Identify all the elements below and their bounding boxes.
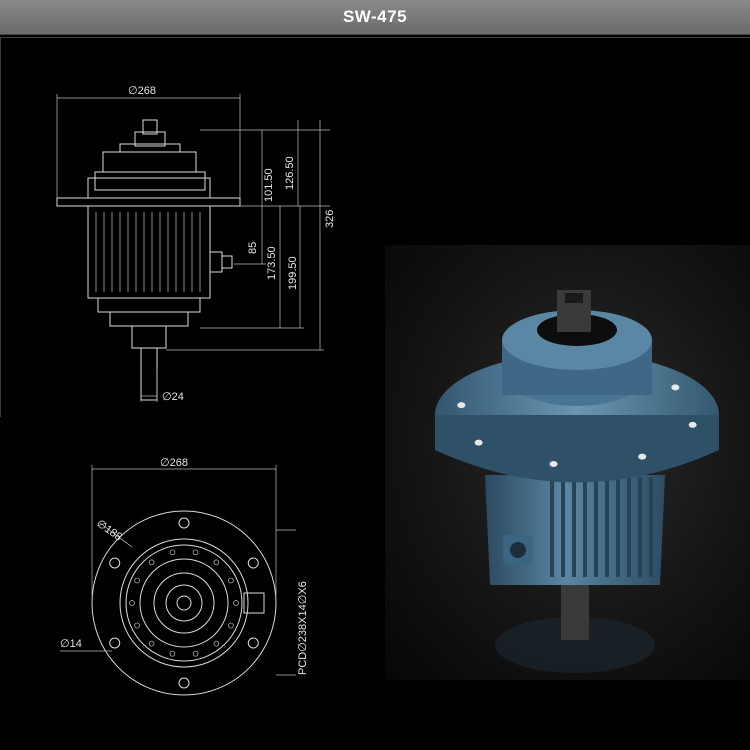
frame-divider <box>0 37 750 38</box>
dim-126-50: 126.50 <box>284 156 296 190</box>
dim-shaft-diameter: ∅24 <box>162 391 184 403</box>
mounting-hole <box>178 517 190 529</box>
dim-173-50: 173.50 <box>266 246 278 280</box>
mounting-hole <box>109 637 121 649</box>
dim-326: 326 <box>324 210 336 228</box>
dim-pcd: PCD∅238X14∅X6 <box>297 581 309 675</box>
mounting-hole <box>178 677 190 689</box>
dim-top-diameter: ∅268 <box>128 85 156 97</box>
dim-hole-diameter: ∅14 <box>60 638 82 650</box>
dim-85: 85 <box>247 242 259 254</box>
drain-plug <box>243 592 265 614</box>
side-view-drawing: ∅268 101.50 126.50 326 85 173.50 199.50 … <box>56 85 336 403</box>
plan-view-drawing: ∅268 ∅188 ∅14 PCD∅238X14∅X6 <box>60 457 309 696</box>
dim-199-50: 199.50 <box>287 256 299 290</box>
output-shaft <box>140 347 158 401</box>
dim-outer-diameter: ∅268 <box>160 457 188 469</box>
flange <box>56 197 241 207</box>
product-render <box>385 245 750 680</box>
render-lower-shaft <box>561 580 589 640</box>
mounting-hole <box>247 637 259 649</box>
motor-render-svg <box>435 290 719 673</box>
mounting-hole <box>247 557 259 569</box>
page-title: SW-475 <box>342 7 408 26</box>
dim-inner-diameter: ∅188 <box>94 518 124 544</box>
dim-101-50: 101.50 <box>263 168 275 202</box>
mounting-hole <box>109 557 121 569</box>
